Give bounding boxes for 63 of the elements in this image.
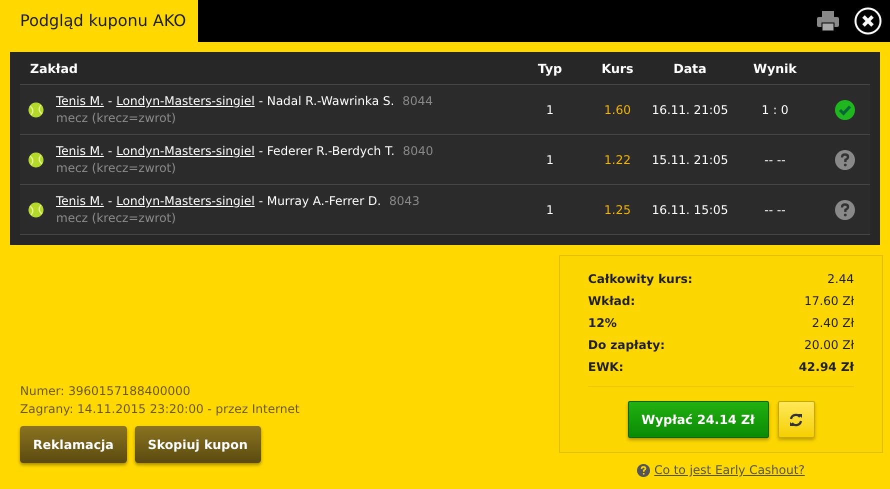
separator: -: [108, 194, 112, 208]
summary-value: 17.60 Zł: [804, 294, 854, 308]
sport-link[interactable]: Tenis M.: [56, 194, 104, 208]
bet-type: 1: [545, 202, 555, 216]
market-name: mecz (krecz=zwrot): [56, 111, 177, 125]
event-date: 16.11. 15:05: [650, 202, 730, 216]
event-code: 8044: [402, 94, 433, 108]
event-code: 8043: [389, 194, 420, 208]
match-name: - Nadal R.-Wawrinka S.: [258, 94, 394, 108]
result: 1 : 0: [760, 102, 790, 116]
window-title: Podgląd kuponu AKO: [0, 0, 198, 42]
print-icon[interactable]: [816, 10, 840, 32]
market-name: mecz (krecz=zwrot): [56, 211, 177, 225]
refresh-icon: [789, 412, 803, 426]
summary-value: 42.94 Zł: [798, 360, 854, 374]
played-date: Zagrany: 14.11.2015 23:20:00 - przez Internet: [20, 402, 300, 416]
sport-link[interactable]: Tenis M.: [56, 144, 104, 158]
tennis-ball-icon: [28, 102, 44, 118]
result: -- --: [763, 152, 787, 166]
coupon-number: Numer: 3960157188400000: [20, 384, 192, 398]
summary-label: EWK:: [588, 360, 624, 374]
result: -- --: [763, 202, 787, 216]
sport-link[interactable]: Tenis M.: [56, 94, 104, 108]
match-name: - Murray A.-Ferrer D.: [258, 194, 382, 208]
summary-value: 20.00 Zł: [804, 338, 854, 352]
column-header: Kurs: [600, 60, 634, 76]
tennis-ball-icon: [28, 152, 44, 168]
market-name: mecz (krecz=zwrot): [56, 161, 177, 175]
help-link[interactable]: Co to jest Early Cashout?: [654, 463, 805, 477]
summary-label: Do zapłaty:: [588, 338, 665, 352]
separator: -: [108, 94, 112, 108]
column-header: Zakład: [29, 60, 79, 76]
question-icon: [835, 150, 855, 170]
event-date: 16.11. 21:05: [650, 102, 730, 116]
tennis-ball-icon: [28, 202, 44, 218]
column-header: Wynik: [752, 60, 798, 76]
event-code: 8040: [402, 144, 434, 158]
event-date: 15.11. 21:05: [650, 152, 730, 166]
check-icon: [835, 100, 855, 120]
summary-value: 2.40 Zł: [812, 316, 854, 330]
column-header: Typ: [536, 60, 564, 76]
odds: 1.22: [603, 152, 632, 166]
cashout-button[interactable]: Wypłać 24.14 Zł: [628, 401, 768, 438]
question-icon: [835, 200, 855, 220]
separator: -: [108, 144, 112, 158]
summary-label: Wkład:: [588, 294, 636, 308]
action-button[interactable]: Reklamacja: [20, 426, 127, 463]
column-header: Data: [672, 60, 708, 76]
league-link[interactable]: Londyn-Masters-singiel: [116, 144, 255, 158]
odds: 1.60: [603, 102, 632, 116]
match-name: - Federer R.-Berdych T.: [258, 144, 395, 158]
refresh-button[interactable]: [778, 401, 814, 438]
league-link[interactable]: Londyn-Masters-singiel: [116, 194, 255, 208]
league-link[interactable]: Londyn-Masters-singiel: [116, 94, 255, 108]
bet-type: 1: [545, 152, 555, 166]
summary-label: 12%: [588, 316, 617, 330]
close-icon[interactable]: [854, 7, 882, 35]
summary-value: 2.44: [827, 272, 854, 286]
help-icon: [637, 464, 650, 476]
odds: 1.25: [603, 202, 632, 216]
bet-type: 1: [545, 102, 555, 116]
action-button[interactable]: Skopiuj kupon: [134, 426, 261, 463]
summary-label: Całkowity kurs:: [588, 272, 693, 286]
